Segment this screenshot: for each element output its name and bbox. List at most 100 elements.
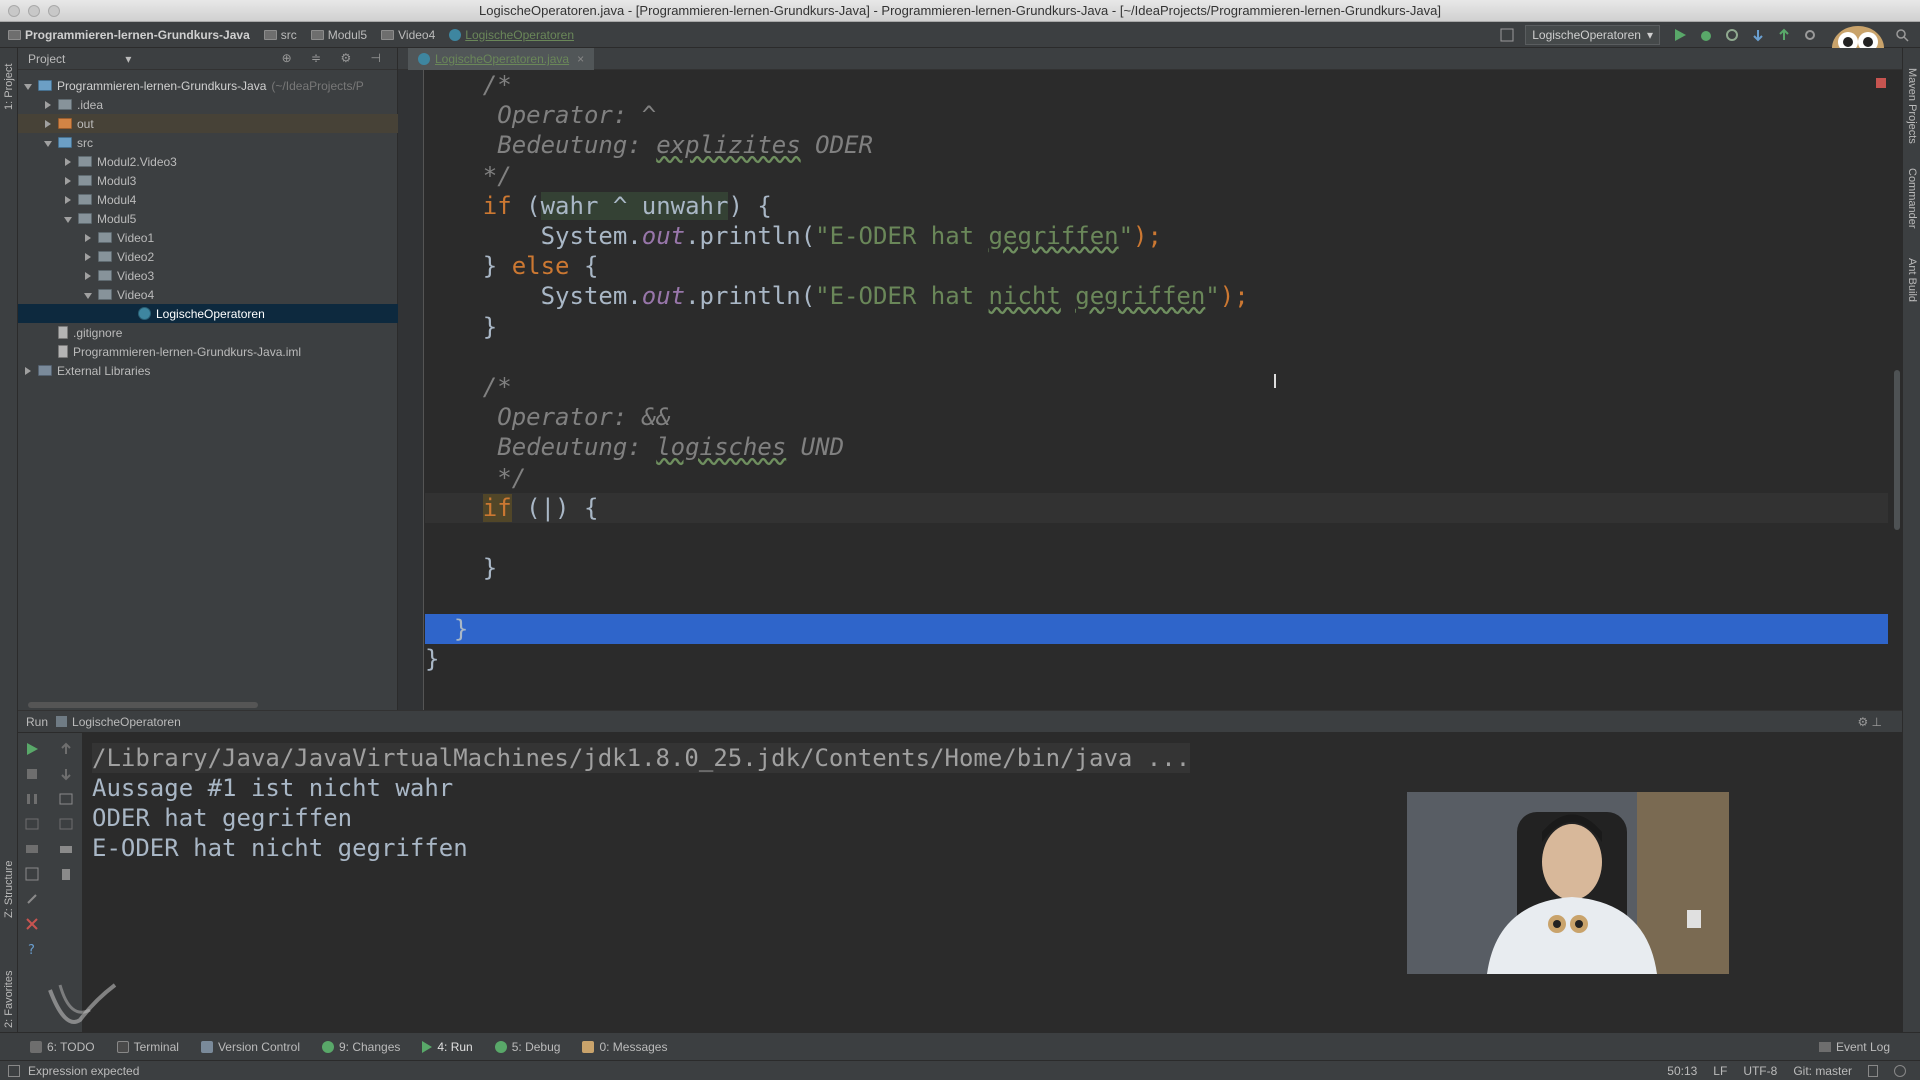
tree-item[interactable]: Video3 (18, 266, 398, 285)
code-line[interactable]: Bedeutung: logisches UND (425, 432, 1888, 462)
scroll-up-icon[interactable] (58, 741, 74, 757)
project-view-select[interactable]: Project (28, 52, 65, 66)
expanded-arrow-icon[interactable] (42, 137, 54, 149)
run-config-tab[interactable]: LogischeOperatoren (72, 715, 181, 729)
maven-projects-tool-button[interactable]: Maven Projects (1906, 68, 1918, 144)
tab-todo[interactable]: 6: TODO (30, 1040, 95, 1054)
code-line[interactable]: */ (425, 161, 1888, 191)
code-line[interactable]: } (425, 644, 1888, 674)
breadcrumb-class[interactable]: LogischeOperatoren (449, 28, 574, 42)
expanded-arrow-icon[interactable] (82, 289, 94, 301)
vcs-update-icon[interactable] (1750, 27, 1766, 43)
tab-messages[interactable]: 0: Messages (582, 1040, 667, 1054)
tab-version-control[interactable]: Version Control (200, 1040, 300, 1054)
expanded-arrow-icon[interactable] (62, 213, 74, 225)
code-line[interactable]: } (425, 312, 1888, 342)
close-tab-icon[interactable]: × (577, 52, 584, 66)
code-line[interactable]: System.out.println("E-ODER hat nicht geg… (425, 281, 1888, 311)
code-line[interactable]: Operator: ^ (425, 100, 1888, 130)
stop-icon[interactable] (24, 766, 40, 782)
coverage-icon[interactable] (1724, 27, 1740, 43)
structure-tool-button[interactable]: Z: Structure (3, 861, 15, 918)
code-line[interactable]: /* (425, 372, 1888, 402)
tab-terminal[interactable]: Terminal (116, 1040, 179, 1054)
project-tool-button[interactable]: 1: Project (3, 64, 15, 110)
code-line[interactable]: } else { (425, 251, 1888, 281)
code-line[interactable]: Operator: && (425, 402, 1888, 432)
minimize-window-button[interactable] (28, 5, 40, 17)
code-line[interactable]: Bedeutung: explizites ODER (425, 130, 1888, 160)
code-line[interactable]: */ (425, 463, 1888, 493)
print-icon[interactable] (58, 841, 74, 857)
scroll-to-end-icon[interactable] (58, 816, 74, 832)
run-configuration-select[interactable]: LogischeOperatoren ▾ (1525, 25, 1660, 45)
event-log-button[interactable]: Event Log (1818, 1040, 1890, 1054)
clear-all-icon[interactable] (58, 866, 74, 882)
toggle-tool-windows-icon[interactable] (8, 1064, 20, 1077)
tree-item[interactable]: .gitignore (18, 323, 398, 342)
debug-icon[interactable] (1698, 27, 1714, 43)
code-line[interactable]: } (425, 613, 1888, 644)
commander-tool-button[interactable]: Commander (1906, 168, 1918, 229)
tree-item[interactable]: out (18, 114, 398, 133)
project-structure-icon[interactable] (1499, 27, 1515, 43)
horizontal-scrollbar[interactable] (28, 702, 258, 708)
collapsed-arrow-icon[interactable] (82, 270, 94, 282)
tree-item[interactable]: Programmieren-lernen-Grundkurs-Java.iml (18, 342, 398, 361)
hector-icon[interactable] (1894, 1064, 1906, 1077)
close-icon[interactable] (24, 916, 40, 932)
breadcrumb-modul5[interactable]: Modul5 (310, 28, 367, 42)
collapsed-arrow-icon[interactable] (82, 251, 94, 263)
code-line[interactable]: System.out.println("E-ODER hat gegriffen… (425, 221, 1888, 251)
file-encoding[interactable]: UTF-8 (1743, 1064, 1777, 1078)
error-stripe-marker[interactable] (1876, 78, 1886, 88)
code-line[interactable]: if (|) { (425, 492, 1888, 523)
tab-changes[interactable]: 9: Changes (321, 1040, 400, 1054)
editor-tab-logischeoperatoren[interactable]: LogischeOperatoren.java × (408, 48, 595, 70)
expanded-arrow-icon[interactable] (22, 80, 34, 92)
zoom-window-button[interactable] (48, 5, 60, 17)
tree-item[interactable]: Modul4 (18, 190, 398, 209)
code-line[interactable]: } (425, 553, 1888, 583)
tab-debug[interactable]: 5: Debug (494, 1040, 560, 1054)
breadcrumb-project[interactable]: Programmieren-lernen-Grundkurs-Java (8, 28, 250, 42)
code-line[interactable]: /* (425, 70, 1888, 100)
collapsed-arrow-icon[interactable] (42, 99, 54, 111)
pin-icon[interactable] (24, 891, 40, 907)
favorites-tool-button[interactable]: 2: Favorites (3, 971, 15, 1028)
pause-icon[interactable] (24, 791, 40, 807)
tree-item[interactable]: Modul3 (18, 171, 398, 190)
code-line[interactable]: if (wahr ^ unwahr) { (425, 191, 1888, 221)
tree-item[interactable]: Modul2.Video3 (18, 152, 398, 171)
tab-run[interactable]: 4: Run (422, 1040, 473, 1054)
lock-icon[interactable] (1868, 1064, 1878, 1077)
tree-item[interactable]: Video2 (18, 247, 398, 266)
run-icon[interactable] (1672, 27, 1688, 43)
code-line[interactable] (425, 342, 1888, 372)
collapsed-arrow-icon[interactable] (82, 232, 94, 244)
dump-threads-icon[interactable] (24, 816, 40, 832)
breadcrumb-video4[interactable]: Video4 (381, 28, 435, 42)
collapsed-arrow-icon[interactable] (22, 365, 34, 377)
tree-item[interactable]: src (18, 133, 398, 152)
layout-icon[interactable] (24, 866, 40, 882)
rerun-icon[interactable] (24, 741, 40, 757)
tree-item[interactable]: Modul5 (18, 209, 398, 228)
tree-item[interactable]: Video1 (18, 228, 398, 247)
vcs-commit-icon[interactable] (1776, 27, 1792, 43)
chevron-down-icon[interactable]: ▾ (125, 52, 131, 66)
line-separator[interactable]: LF (1713, 1064, 1727, 1078)
tree-item[interactable]: .idea (18, 95, 398, 114)
code-editor[interactable]: /* Operator: ^ Bedeutung: explizites ODE… (398, 70, 1902, 710)
git-branch[interactable]: Git: master (1793, 1064, 1852, 1078)
collapsed-arrow-icon[interactable] (62, 194, 74, 206)
tree-item[interactable]: Programmieren-lernen-Grundkurs-Java (~/Id… (18, 76, 398, 95)
panel-toolbar-icons[interactable]: ⊕ ≑ ⚙ ⊣ (282, 51, 389, 65)
ant-build-tool-button[interactable]: Ant Build (1906, 258, 1918, 302)
code-line[interactable] (425, 583, 1888, 613)
editor-scrollbar[interactable] (1894, 370, 1900, 530)
help-icon[interactable]: ? (24, 941, 40, 957)
caret-position[interactable]: 50:13 (1667, 1064, 1697, 1078)
tree-item[interactable]: Video4 (18, 285, 398, 304)
close-window-button[interactable] (8, 5, 20, 17)
